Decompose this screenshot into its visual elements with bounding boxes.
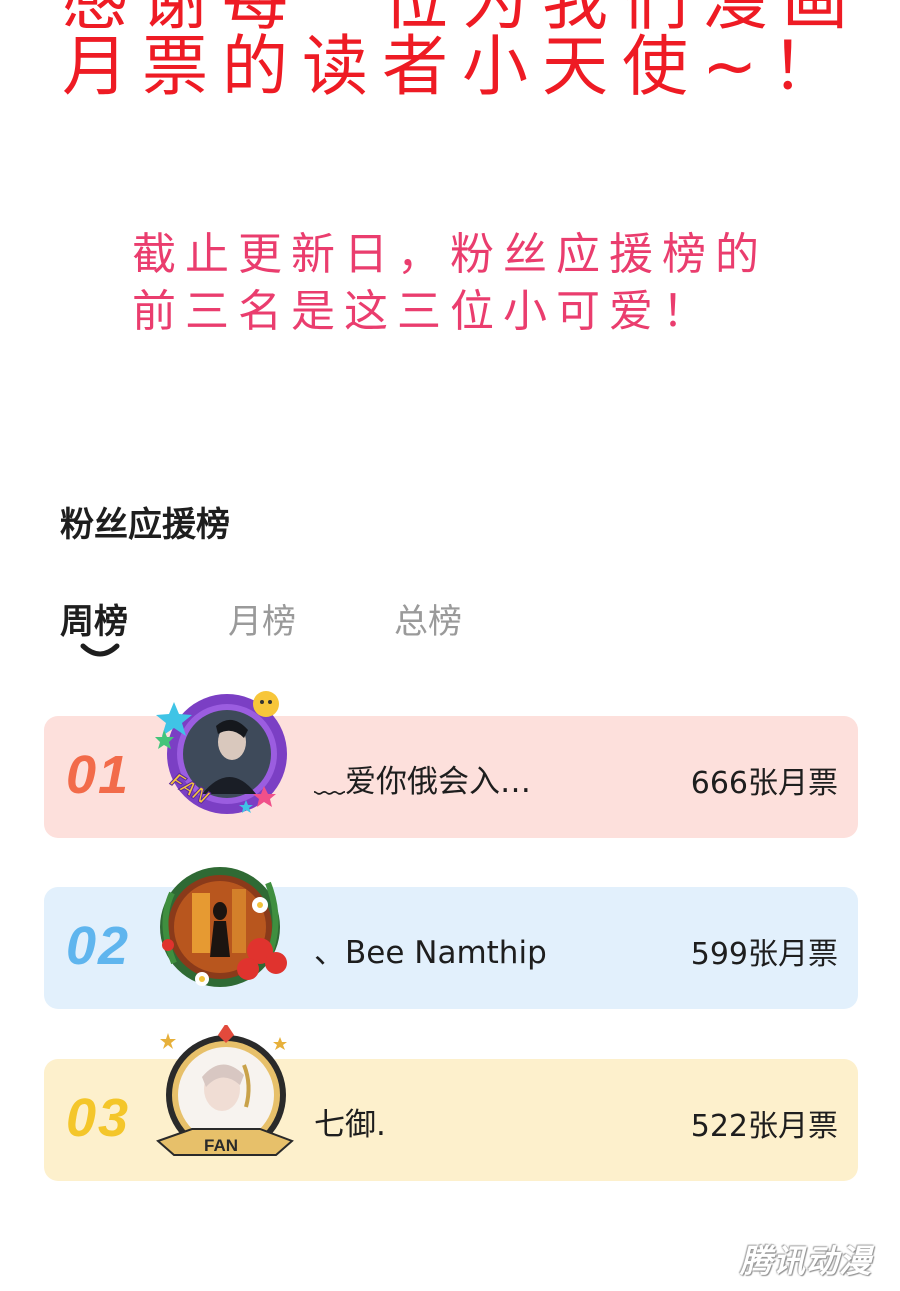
user-name[interactable]: 、Bee Namthip bbox=[314, 927, 547, 972]
leaderboard-row[interactable]: 02 、Bee Namthip 599张月票 bbox=[44, 867, 858, 1009]
avatar[interactable]: FAN bbox=[152, 1025, 294, 1167]
active-tab-indicator bbox=[80, 643, 120, 657]
leaderboard-title: 粉丝应援榜 bbox=[60, 505, 230, 545]
rank-number: 03 bbox=[66, 1088, 131, 1148]
leaderboard-row[interactable]: 01 FAN ﹏爱你俄会入… 666张月票 bbox=[44, 689, 858, 838]
subline-line-2: 前三名是这三位小可爱！ bbox=[132, 286, 715, 337]
headline-line-2: 月票的读者小天使~！ bbox=[62, 28, 852, 105]
tab-total[interactable]: 总榜 bbox=[394, 594, 462, 643]
tab-monthly[interactable]: 月榜 bbox=[228, 594, 296, 643]
rank-number: 01 bbox=[66, 745, 131, 805]
tencent-comic-watermark: 腾讯动漫 bbox=[740, 1242, 873, 1280]
ticket-count: 666张月票 bbox=[690, 766, 838, 801]
ticket-count: 599张月票 bbox=[690, 937, 838, 972]
user-name[interactable]: ﹏爱你俄会入… bbox=[314, 756, 531, 801]
avatar[interactable]: FAN bbox=[152, 682, 294, 824]
subline-line-1: 截止更新日，粉丝应援榜的 bbox=[132, 229, 768, 280]
avatar[interactable] bbox=[152, 853, 294, 995]
rank-number: 02 bbox=[66, 916, 131, 976]
user-name[interactable]: 七御. bbox=[314, 1099, 386, 1144]
tab-weekly[interactable]: 周榜 bbox=[60, 594, 128, 643]
ticket-count: 522张月票 bbox=[690, 1109, 838, 1144]
fan-badge-text: FAN bbox=[204, 1136, 238, 1155]
leaderboard-row[interactable]: 03 FAN 七御. 522张月票 bbox=[44, 1025, 858, 1181]
